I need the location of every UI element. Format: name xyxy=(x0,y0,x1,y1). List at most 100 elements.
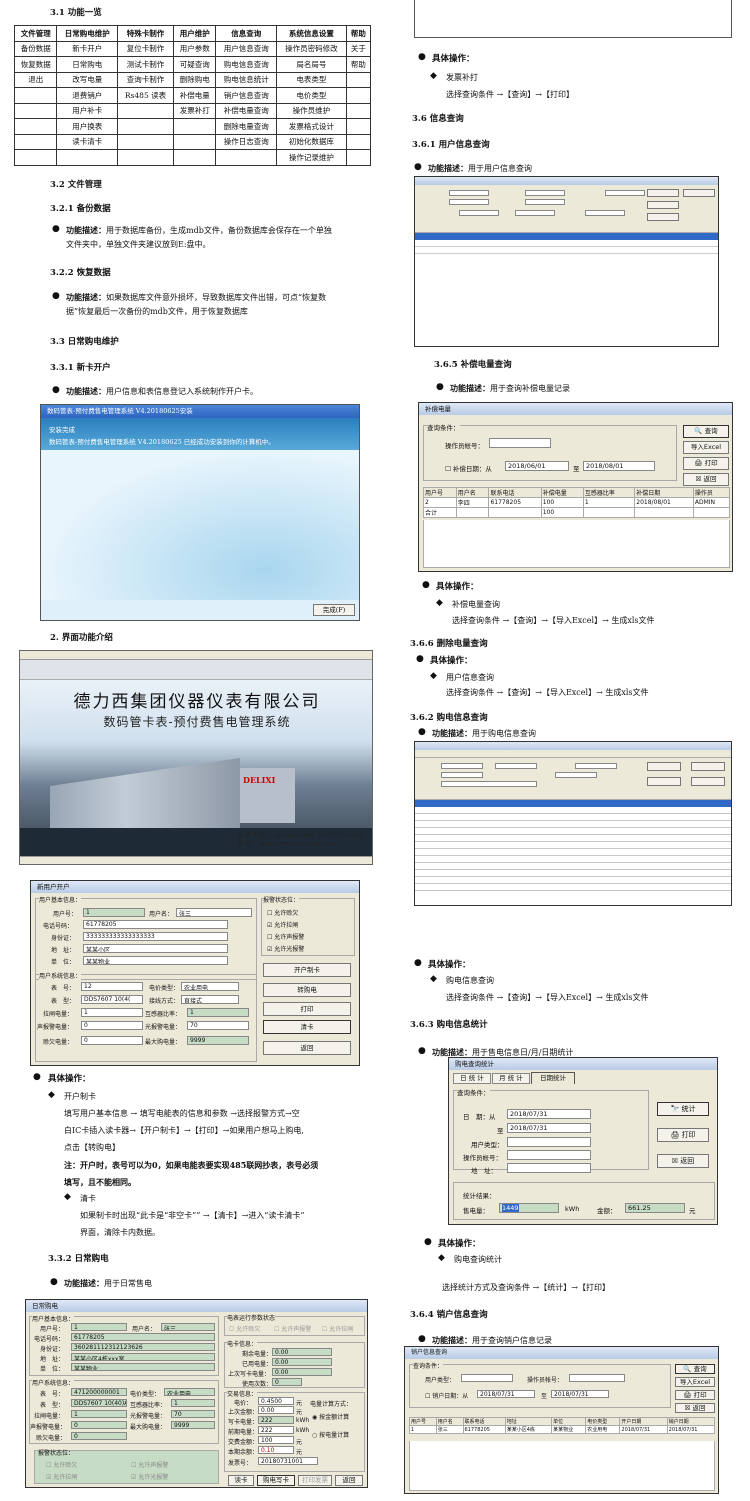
print-button[interactable]: 🖨 打印 xyxy=(657,1128,709,1142)
open-card-button[interactable]: 开户制卡 xyxy=(263,963,351,977)
checkbox-light[interactable]: ☑ 允许光报警 xyxy=(267,944,304,953)
tab-monthly[interactable]: 月 统 计 xyxy=(492,1073,530,1084)
search-button[interactable]: 🔍 查询 xyxy=(683,425,729,438)
trip-energy-field[interactable]: 1 xyxy=(71,1410,127,1418)
return-button[interactable]: ☒ 返回 xyxy=(657,1154,709,1168)
print-button[interactable]: 打印 xyxy=(263,1002,351,1016)
query-field[interactable] xyxy=(449,190,489,196)
tab-daily[interactable]: 日 统 计 xyxy=(453,1073,491,1084)
return-button[interactable] xyxy=(691,777,725,786)
query-field[interactable] xyxy=(605,190,645,196)
ct-ratio-field[interactable]: 1 xyxy=(171,1399,215,1407)
date-to-field[interactable]: 2018/08/01 xyxy=(583,461,655,471)
payment-field[interactable]: 100 xyxy=(258,1436,294,1444)
search-button[interactable] xyxy=(647,762,681,771)
operator-select[interactable] xyxy=(569,1374,625,1382)
query-field[interactable] xyxy=(459,210,499,216)
price-type-field[interactable]: 农业用电 xyxy=(164,1388,215,1396)
used-energy-field[interactable]: 0.00 xyxy=(272,1358,332,1366)
query-field[interactable] xyxy=(441,763,483,769)
write-card-button[interactable]: 购电写卡 xyxy=(257,1475,295,1486)
sound-alarm-field[interactable]: 0 xyxy=(71,1421,127,1429)
checkbox-meter-sound[interactable]: ☐ 允许声报警 xyxy=(274,1324,311,1333)
unit-field[interactable]: 某某物业 xyxy=(83,956,228,965)
address-field[interactable] xyxy=(507,1163,591,1173)
checkbox-trip[interactable]: ☑ 允许拉闸 xyxy=(267,920,298,929)
credit-energy-field[interactable]: 0 xyxy=(81,1036,143,1045)
purchase-energy-field[interactable]: 222 xyxy=(258,1426,294,1434)
max-energy-field[interactable]: 9999 xyxy=(171,1421,215,1429)
user-name-field[interactable]: 张三 xyxy=(161,1323,215,1331)
to-purchase-button[interactable]: 转购电 xyxy=(263,983,351,997)
user-id-field[interactable]: 1 xyxy=(83,908,145,917)
query-field[interactable] xyxy=(555,772,597,778)
checkbox-credit[interactable]: ☐ 允许赊欠 xyxy=(46,1460,77,1469)
price-type-select[interactable]: 农业用电 xyxy=(181,982,239,991)
checkbox-meter-credit[interactable]: ☐ 允许赊欠 xyxy=(229,1324,260,1333)
checkbox-trip[interactable]: ☑ 允许拉闸 xyxy=(46,1472,77,1481)
return-button[interactable]: ☒ 返回 xyxy=(683,473,729,486)
credit-energy-field[interactable]: 0 xyxy=(71,1432,127,1440)
date-from-field[interactable]: 2018/07/31 xyxy=(477,1390,535,1398)
address-field[interactable]: 某某小区 xyxy=(83,944,228,953)
checkbox-credit[interactable]: ☐ 允许赊欠 xyxy=(267,908,298,917)
print-button[interactable]: 🖨 打印 xyxy=(675,1390,715,1400)
max-energy-field[interactable]: 9999 xyxy=(187,1036,249,1045)
export-excel-button[interactable]: 导入Excel xyxy=(675,1377,715,1387)
checkbox-sound[interactable]: ☐ 允许声报警 xyxy=(267,932,304,941)
remaining-energy-field[interactable]: 0.00 xyxy=(272,1348,332,1356)
finish-button[interactable]: 完成(F) xyxy=(313,604,355,616)
wiring-select[interactable]: 直接式 xyxy=(181,995,239,1004)
radio-by-energy[interactable]: ○ 按电量计算 xyxy=(312,1430,349,1439)
user-type-select[interactable] xyxy=(507,1137,591,1147)
read-card-button[interactable]: 读卡 xyxy=(228,1475,254,1486)
unit-field[interactable]: 某某物业 xyxy=(71,1363,215,1371)
operator-select[interactable] xyxy=(507,1150,591,1160)
query-field[interactable] xyxy=(515,210,555,216)
query-field[interactable] xyxy=(575,763,617,769)
phone-field[interactable]: 61778205 xyxy=(83,920,228,929)
operator-select[interactable] xyxy=(489,438,551,448)
table-row[interactable]: 1 张三 61778205 某某小区4栋 某某物业 农业用电 2018/07/31 2018/… xyxy=(409,1425,716,1434)
phone-field[interactable]: 61778205 xyxy=(71,1333,215,1341)
return-button[interactable]: ☒ 返回 xyxy=(675,1403,715,1413)
return-button[interactable]: 返回 xyxy=(263,1041,351,1055)
user-id-field[interactable]: 1 xyxy=(71,1323,127,1331)
radio-by-amount[interactable]: ◉ 按金额计算 xyxy=(312,1412,349,1421)
query-field[interactable] xyxy=(585,210,625,216)
id-card-field[interactable]: 360281112312123626 xyxy=(71,1343,215,1351)
address-field[interactable]: 某某小区4栋xxx室 xyxy=(71,1353,215,1361)
return-button[interactable] xyxy=(647,213,679,221)
checkbox-comp-date[interactable]: ☐ 补偿日期：从 xyxy=(445,463,492,473)
print-button[interactable] xyxy=(683,189,715,197)
search-button[interactable]: 🔍 查询 xyxy=(675,1364,715,1374)
clear-card-button[interactable]: 清卡 xyxy=(263,1020,351,1034)
query-field[interactable] xyxy=(495,763,537,769)
date-to-field[interactable]: 2018/07/31 xyxy=(551,1390,609,1398)
table-row[interactable]: 2 李四 61778205 100 1 2018/08/01 ADMIN xyxy=(423,497,731,508)
ct-ratio-field[interactable]: 1 xyxy=(187,1008,249,1017)
use-count-field[interactable]: 0 xyxy=(272,1378,302,1386)
sound-alarm-field[interactable]: 0 xyxy=(81,1021,143,1030)
checkbox-light[interactable]: ☑ 允许光报警 xyxy=(131,1472,168,1481)
user-name-field[interactable]: 张三 xyxy=(176,908,252,917)
checkbox-sound[interactable]: ☐ 允许声报警 xyxy=(131,1460,168,1469)
checkbox-close-date[interactable]: ☐ 销户日期：从 xyxy=(425,1391,468,1400)
balance-field[interactable]: 0.10 xyxy=(258,1446,294,1454)
search-button[interactable] xyxy=(647,189,679,197)
write-energy-field[interactable]: 222 xyxy=(258,1416,294,1424)
invoice-number-field[interactable]: 20180731001 xyxy=(258,1457,318,1465)
export-excel-button[interactable] xyxy=(647,777,681,786)
statistics-button[interactable]: 🔭 统计 xyxy=(657,1102,709,1116)
print-button[interactable]: 🖨 打印 xyxy=(683,457,729,470)
date-from-field[interactable]: 2018/07/31 xyxy=(507,1109,591,1119)
meter-type-field[interactable]: DDS7607 10(40)A xyxy=(71,1399,127,1407)
query-field[interactable] xyxy=(441,772,483,778)
last-write-field[interactable]: 0.00 xyxy=(272,1368,332,1376)
price-field[interactable]: 0.4500 xyxy=(258,1397,294,1405)
query-field[interactable] xyxy=(525,199,565,205)
export-excel-button[interactable]: 导入Excel xyxy=(683,441,729,454)
user-type-select[interactable] xyxy=(461,1374,513,1382)
query-field[interactable] xyxy=(449,199,489,205)
last-amount-field[interactable]: 0.00 xyxy=(258,1406,294,1414)
